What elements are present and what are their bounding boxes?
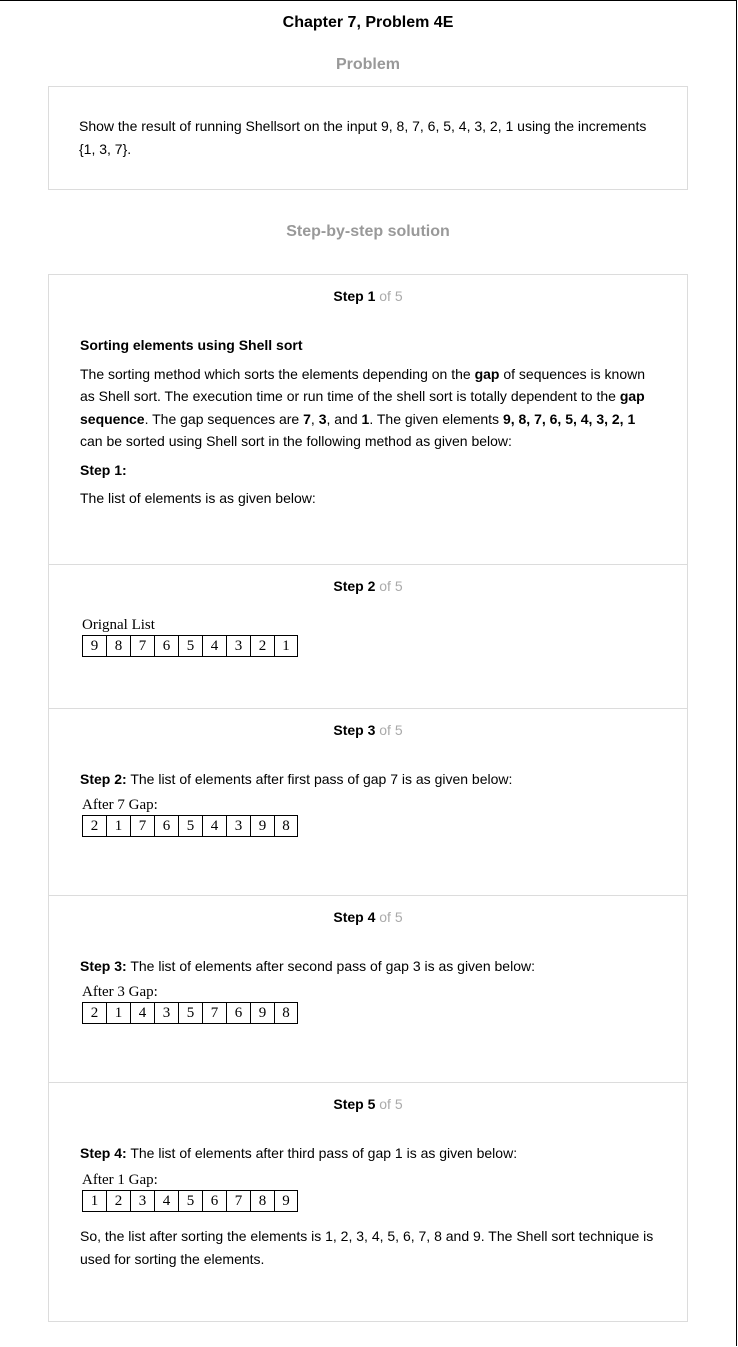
array-cell: 2	[250, 635, 274, 657]
array-cell: 2	[82, 815, 106, 837]
array-cell: 4	[202, 815, 226, 837]
array-cell: 9	[82, 635, 106, 657]
array-cell: 6	[154, 635, 178, 657]
array-cell: 5	[178, 1190, 202, 1212]
array-cell: 1	[106, 1002, 130, 1024]
step-header: Step 2 of 5	[49, 578, 687, 594]
array-cell: 8	[250, 1190, 274, 1212]
step-sub-label: Step 2:	[80, 771, 127, 787]
array-cell: 5	[178, 1002, 202, 1024]
step-header: Step 1 of 5	[49, 288, 687, 304]
step-sub-label: Step 1:	[80, 461, 127, 478]
step-conclusion: So, the list after sorting the elements …	[80, 1228, 654, 1267]
array-cells: 123456789	[82, 1190, 298, 1212]
array-cell: 7	[130, 635, 154, 657]
problem-box: Show the result of running Shellsort on …	[48, 86, 688, 190]
array-cell: 3	[130, 1190, 154, 1212]
step-sub-label: Step 3:	[80, 958, 127, 974]
step-subheading: Sorting elements using Shell sort	[80, 337, 303, 353]
figure-label: After 1 Gap:	[82, 1172, 158, 1188]
array-cell: 2	[106, 1190, 130, 1212]
array-cell: 7	[202, 1002, 226, 1024]
array-cell: 3	[154, 1002, 178, 1024]
step-sub-label: Step 4:	[80, 1145, 127, 1161]
step-1: Step 1 of 5 Sorting elements using Shell…	[49, 275, 687, 565]
list-figure: After 7 Gap: 217654398	[82, 796, 298, 837]
page-title: Chapter 7, Problem 4E	[282, 14, 454, 31]
array-cell: 6	[202, 1190, 226, 1212]
step-3: Step 3 of 5 Step 2: The list of elements…	[49, 709, 687, 896]
array-cell: 9	[250, 815, 274, 837]
list-figure: After 1 Gap: 123456789	[82, 1171, 298, 1212]
step-body: Sorting elements using Shell sort The so…	[80, 334, 660, 510]
step-header: Step 4 of 5	[49, 909, 687, 925]
step-header: Step 3 of 5	[49, 722, 687, 738]
problem-text: Show the result of running Shellsort on …	[79, 118, 647, 157]
array-cell: 7	[130, 815, 154, 837]
array-cell: 4	[202, 635, 226, 657]
step-header: Step 5 of 5	[49, 1096, 687, 1112]
array-cell: 4	[154, 1190, 178, 1212]
step-2: Step 2 of 5 Orignal List 987654321	[49, 565, 687, 709]
step-count: of 5	[379, 288, 403, 304]
step-body: Step 2: The list of elements after first…	[80, 768, 660, 791]
array-cell: 8	[274, 1002, 298, 1024]
solution-heading: Step-by-step solution	[286, 223, 450, 240]
step-body: Step 3: The list of elements after secon…	[80, 955, 660, 978]
array-cell: 2	[82, 1002, 106, 1024]
list-figure: After 3 Gap: 214357698	[82, 983, 298, 1024]
array-cell: 7	[226, 1190, 250, 1212]
array-cells: 987654321	[82, 635, 298, 657]
array-cell: 9	[274, 1190, 298, 1212]
page: Chapter 7, Problem 4E Problem Show the r…	[0, 0, 737, 1346]
step-text: Step 3: The list of elements after secon…	[80, 958, 535, 974]
array-cell: 9	[250, 1002, 274, 1024]
step-count: of 5	[379, 722, 403, 738]
array-cell: 1	[82, 1190, 106, 1212]
figure-label: After 3 Gap:	[82, 984, 158, 1000]
array-cell: 3	[226, 815, 250, 837]
figure-label: Orignal List	[82, 617, 155, 633]
step-paragraph: The sorting method which sorts the eleme…	[80, 365, 645, 450]
step-conclusion-wrap: So, the list after sorting the elements …	[80, 1225, 660, 1270]
step-label: Step 3	[333, 722, 376, 738]
array-cell: 8	[106, 635, 130, 657]
step-text: Step 4: The list of elements after third…	[80, 1145, 518, 1161]
step-body: Step 4: The list of elements after third…	[80, 1142, 660, 1165]
array-cell: 8	[274, 815, 298, 837]
array-cells: 214357698	[82, 1002, 298, 1024]
array-cell: 6	[154, 815, 178, 837]
step-4: Step 4 of 5 Step 3: The list of elements…	[49, 896, 687, 1083]
step-text: Step 2: The list of elements after first…	[80, 771, 513, 787]
list-figure: Orignal List 987654321	[82, 616, 298, 657]
step-5: Step 5 of 5 Step 4: The list of elements…	[49, 1083, 687, 1321]
array-cell: 1	[274, 635, 298, 657]
step-text: The list of elements is as given below:	[80, 490, 316, 506]
step-label: Step 2	[333, 578, 376, 594]
array-cell: 5	[178, 635, 202, 657]
step-label: Step 4	[333, 909, 376, 925]
array-cell: 5	[178, 815, 202, 837]
array-cells: 217654398	[82, 815, 298, 837]
figure-label: After 7 Gap:	[82, 797, 158, 813]
array-cell: 6	[226, 1002, 250, 1024]
step-count: of 5	[379, 909, 403, 925]
step-label: Step 1	[333, 288, 376, 304]
step-count: of 5	[379, 1096, 403, 1112]
step-count: of 5	[379, 578, 403, 594]
array-cell: 3	[226, 635, 250, 657]
step-label: Step 5	[333, 1096, 376, 1112]
solution-box: Step 1 of 5 Sorting elements using Shell…	[48, 274, 688, 1322]
array-cell: 1	[106, 815, 130, 837]
array-cell: 4	[130, 1002, 154, 1024]
problem-heading: Problem	[335, 56, 400, 73]
